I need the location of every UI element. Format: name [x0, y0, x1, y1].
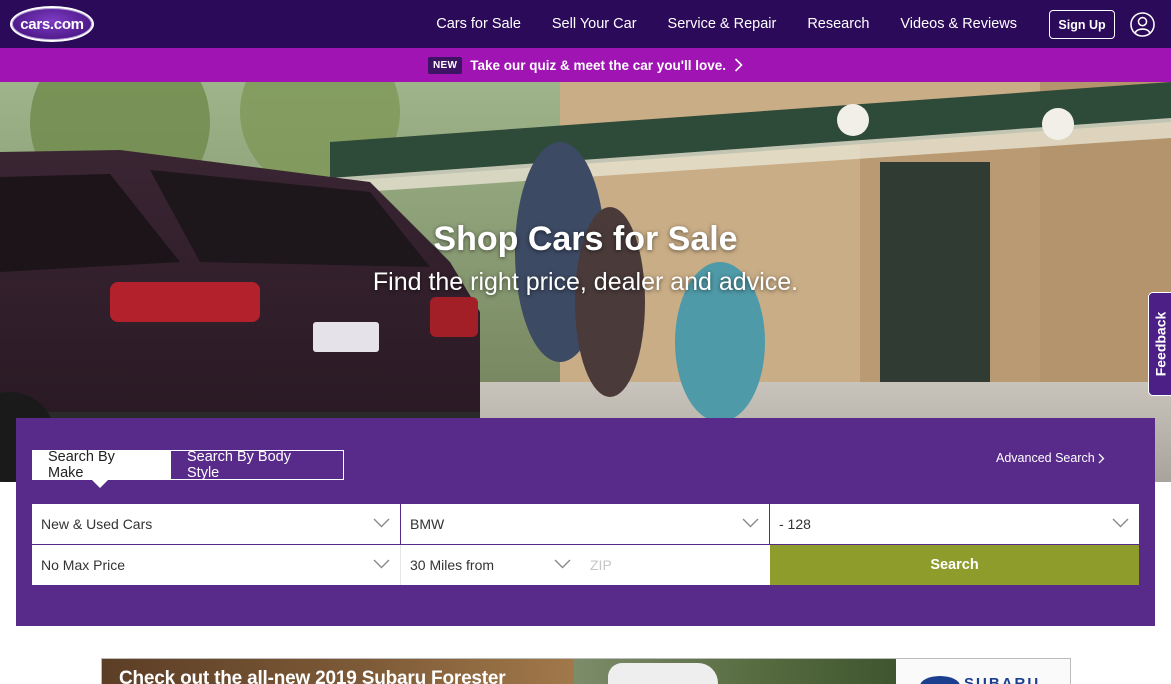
advanced-search-link[interactable]: Advanced Search — [996, 451, 1105, 465]
feedback-label: Feedback — [1152, 311, 1168, 377]
chevron-down-icon — [742, 518, 759, 528]
search-tabs: Search By Make Search By Body Style — [32, 449, 344, 488]
advertisement-banner[interactable]: Check out the all-new 2019 Subaru Forest… — [101, 658, 1071, 684]
chevron-down-icon — [554, 559, 571, 569]
chevron-down-icon — [373, 518, 390, 528]
tab-search-by-make[interactable]: Search By Make — [32, 449, 170, 488]
nav-sell-your-car[interactable]: Sell Your Car — [552, 16, 637, 32]
cars-com-logo[interactable]: cars.com — [10, 6, 94, 42]
chevron-down-icon — [1112, 518, 1129, 528]
model-value: - 128 — [779, 516, 811, 532]
ad-headline: Check out the all-new 2019 Subaru Forest… — [119, 668, 506, 684]
ad-car-image — [608, 663, 718, 684]
logo-text: cars.com — [20, 15, 84, 33]
nav-service-repair[interactable]: Service & Repair — [668, 16, 777, 32]
new-badge: NEW — [427, 56, 463, 74]
top-navigation: cars.com Cars for Sale Sell Your Car Ser… — [0, 0, 1171, 48]
hero-subtitle: Find the right price, dealer and advice. — [372, 268, 799, 296]
distance-select[interactable]: 30 Miles from — [401, 545, 581, 585]
chevron-right-icon — [1098, 453, 1105, 463]
distance-value: 30 Miles from — [410, 557, 495, 573]
max-price-value: No Max Price — [41, 557, 126, 573]
advanced-search-label: Advanced Search — [996, 451, 1095, 465]
promo-text[interactable]: Take our quiz & meet the car you'll love… — [470, 58, 726, 73]
nav-cars-for-sale[interactable]: Cars for Sale — [436, 16, 521, 32]
chevron-down-icon — [373, 559, 390, 569]
chevron-right-icon — [734, 58, 743, 72]
tab-search-by-body-style[interactable]: Search By Body Style — [170, 449, 344, 481]
nav-research[interactable]: Research — [807, 16, 869, 32]
sign-up-button[interactable]: Sign Up — [1049, 10, 1115, 39]
feedback-tab[interactable]: Feedback — [1148, 292, 1171, 396]
nav-videos-reviews[interactable]: Videos & Reviews — [900, 16, 1017, 32]
main-nav: Cars for Sale Sell Your Car Service & Re… — [405, 0, 1017, 48]
field-divider — [400, 545, 401, 585]
user-account-icon[interactable] — [1130, 12, 1155, 37]
ad-sponsor: SUBARU — [964, 675, 1041, 684]
stock-type-value: New & Used Cars — [41, 516, 153, 532]
promo-banner[interactable]: NEW Take our quiz & meet the car you'll … — [0, 48, 1171, 82]
stock-type-select[interactable]: New & Used Cars — [32, 504, 400, 544]
hero-title: Shop Cars for Sale — [433, 220, 738, 258]
model-select[interactable]: - 128 — [770, 504, 1139, 544]
zip-input[interactable] — [581, 545, 770, 585]
search-button[interactable]: Search — [770, 545, 1139, 585]
make-value: BMW — [410, 516, 445, 532]
max-price-select[interactable]: No Max Price — [32, 545, 400, 585]
make-select[interactable]: BMW — [401, 504, 769, 544]
search-panel: Search By Make Search By Body Style Adva… — [16, 418, 1155, 626]
